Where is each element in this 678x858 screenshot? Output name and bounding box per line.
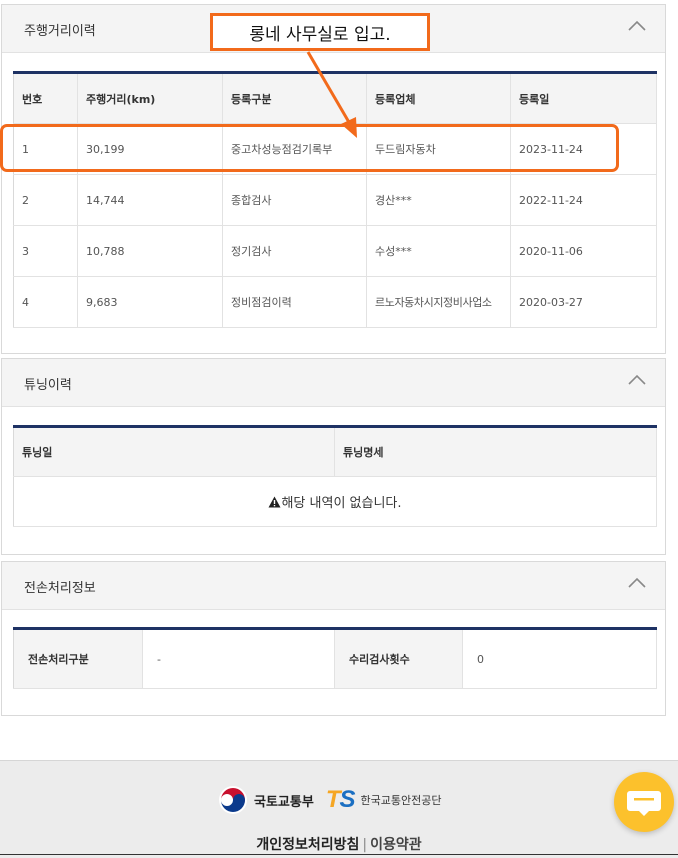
mileage-panel: 주행거리이력 번호 주행거리(km) 등록구분 등록업체 등록일 1 30,19…	[1, 4, 666, 354]
tuning-panel-header[interactable]: 튜닝이력	[2, 359, 665, 407]
cell-reg-type: 종합검사	[222, 174, 367, 226]
chat-button[interactable]	[614, 772, 674, 832]
row-highlight-box	[0, 124, 619, 172]
total-loss-type-label: 전손처리구분	[13, 628, 143, 689]
privacy-policy-link[interactable]: 개인정보처리방침	[256, 837, 359, 853]
tuning-table: 튜닝일 튜닝명세 해당 내역이 없습니다.	[13, 425, 657, 527]
tuning-panel-title: 튜닝이력	[24, 378, 72, 393]
empty-message: 해당 내역이 없습니다.	[281, 496, 402, 511]
tuning-panel: 튜닝이력 튜닝일 튜닝명세 해당 내역이 없습니다.	[1, 358, 666, 555]
chevron-up-icon[interactable]	[627, 373, 647, 387]
cell-number: 4	[13, 276, 78, 328]
col-header-tuning-date: 튜닝일	[13, 426, 335, 477]
terms-link[interactable]: 이용약관	[370, 837, 422, 853]
footer-links: 개인정보처리방침 | 이용약관	[0, 834, 678, 854]
total-loss-table: 전손처리구분 - 수리검사횟수 0	[13, 627, 657, 689]
warning-icon	[268, 496, 281, 508]
col-header-reg-company: 등록업체	[366, 72, 511, 124]
cell-mileage: 14,744	[77, 174, 223, 226]
cell-reg-type: 정기검사	[222, 225, 367, 277]
korea-emblem-icon	[219, 786, 247, 814]
total-loss-panel: 전손처리정보 전손처리구분 - 수리검사횟수 0	[1, 561, 666, 716]
cell-reg-date: 2020-03-27	[510, 276, 657, 328]
ts-logo-t: T	[325, 786, 341, 813]
col-header-number: 번호	[13, 72, 78, 124]
total-loss-type-value: -	[142, 628, 335, 689]
table-row: 해당 내역이 없습니다.	[13, 476, 657, 527]
total-loss-panel-title: 전손처리정보	[24, 581, 96, 596]
table-header-row: 튜닝일 튜닝명세	[13, 426, 657, 477]
repair-inspection-count-value: 0	[462, 628, 657, 689]
chevron-up-icon[interactable]	[627, 576, 647, 590]
cell-reg-type: 정비점검이력	[222, 276, 367, 328]
ts-logo-s: S	[339, 786, 355, 813]
col-header-mileage: 주행거리(km)	[77, 72, 223, 124]
mileage-panel-title: 주행거리이력	[24, 24, 96, 39]
repair-inspection-count-label: 수리검사횟수	[334, 628, 463, 689]
cell-number: 2	[13, 174, 78, 226]
col-header-reg-date: 등록일	[510, 72, 657, 124]
cell-reg-date: 2020-11-06	[510, 225, 657, 277]
ministry-name: 국토교통부	[254, 794, 314, 810]
total-loss-panel-header[interactable]: 전손처리정보	[2, 562, 665, 610]
cell-reg-company: 르노자동차시지정비사업소	[366, 276, 511, 328]
cell-reg-date: 2022-11-24	[510, 174, 657, 226]
footer-logos: 국토교통부 TS 한국교통안전공단	[218, 785, 441, 815]
mileage-table: 번호 주행거리(km) 등록구분 등록업체 등록일 1 30,199 중고차성능…	[13, 71, 657, 328]
cell-reg-company: 수성***	[366, 225, 511, 277]
cell-mileage: 9,683	[77, 276, 223, 328]
chevron-up-icon[interactable]	[627, 19, 647, 33]
cell-reg-company: 경산***	[366, 174, 511, 226]
col-header-tuning-detail: 튜닝명세	[334, 426, 657, 477]
cell-number: 3	[13, 225, 78, 277]
annotation-callout: 롱네 사무실로 입고.	[210, 13, 430, 51]
footer: 국토교통부 TS 한국교통안전공단 개인정보처리방침 | 이용약관	[0, 760, 678, 858]
empty-message-cell: 해당 내역이 없습니다.	[13, 476, 657, 527]
kotsa-name: 한국교통안전공단	[360, 794, 442, 807]
ts-logo: TS	[325, 786, 356, 814]
col-header-reg-type: 등록구분	[222, 72, 367, 124]
cell-mileage: 10,788	[77, 225, 223, 277]
chat-icon	[627, 791, 661, 816]
footer-cutoff	[0, 854, 678, 858]
table-header-row: 번호 주행거리(km) 등록구분 등록업체 등록일	[13, 72, 657, 124]
table-row: 전손처리구분 - 수리검사횟수 0	[13, 628, 657, 689]
annotation-callout-text: 롱네 사무실로 입고.	[249, 24, 391, 45]
table-row: 2 14,744 종합검사 경산*** 2022-11-24	[13, 174, 657, 226]
table-row: 3 10,788 정기검사 수성*** 2020-11-06	[13, 225, 657, 277]
table-row: 4 9,683 정비점검이력 르노자동차시지정비사업소 2020-03-27	[13, 276, 657, 328]
footer-link-separator: |	[362, 837, 368, 853]
